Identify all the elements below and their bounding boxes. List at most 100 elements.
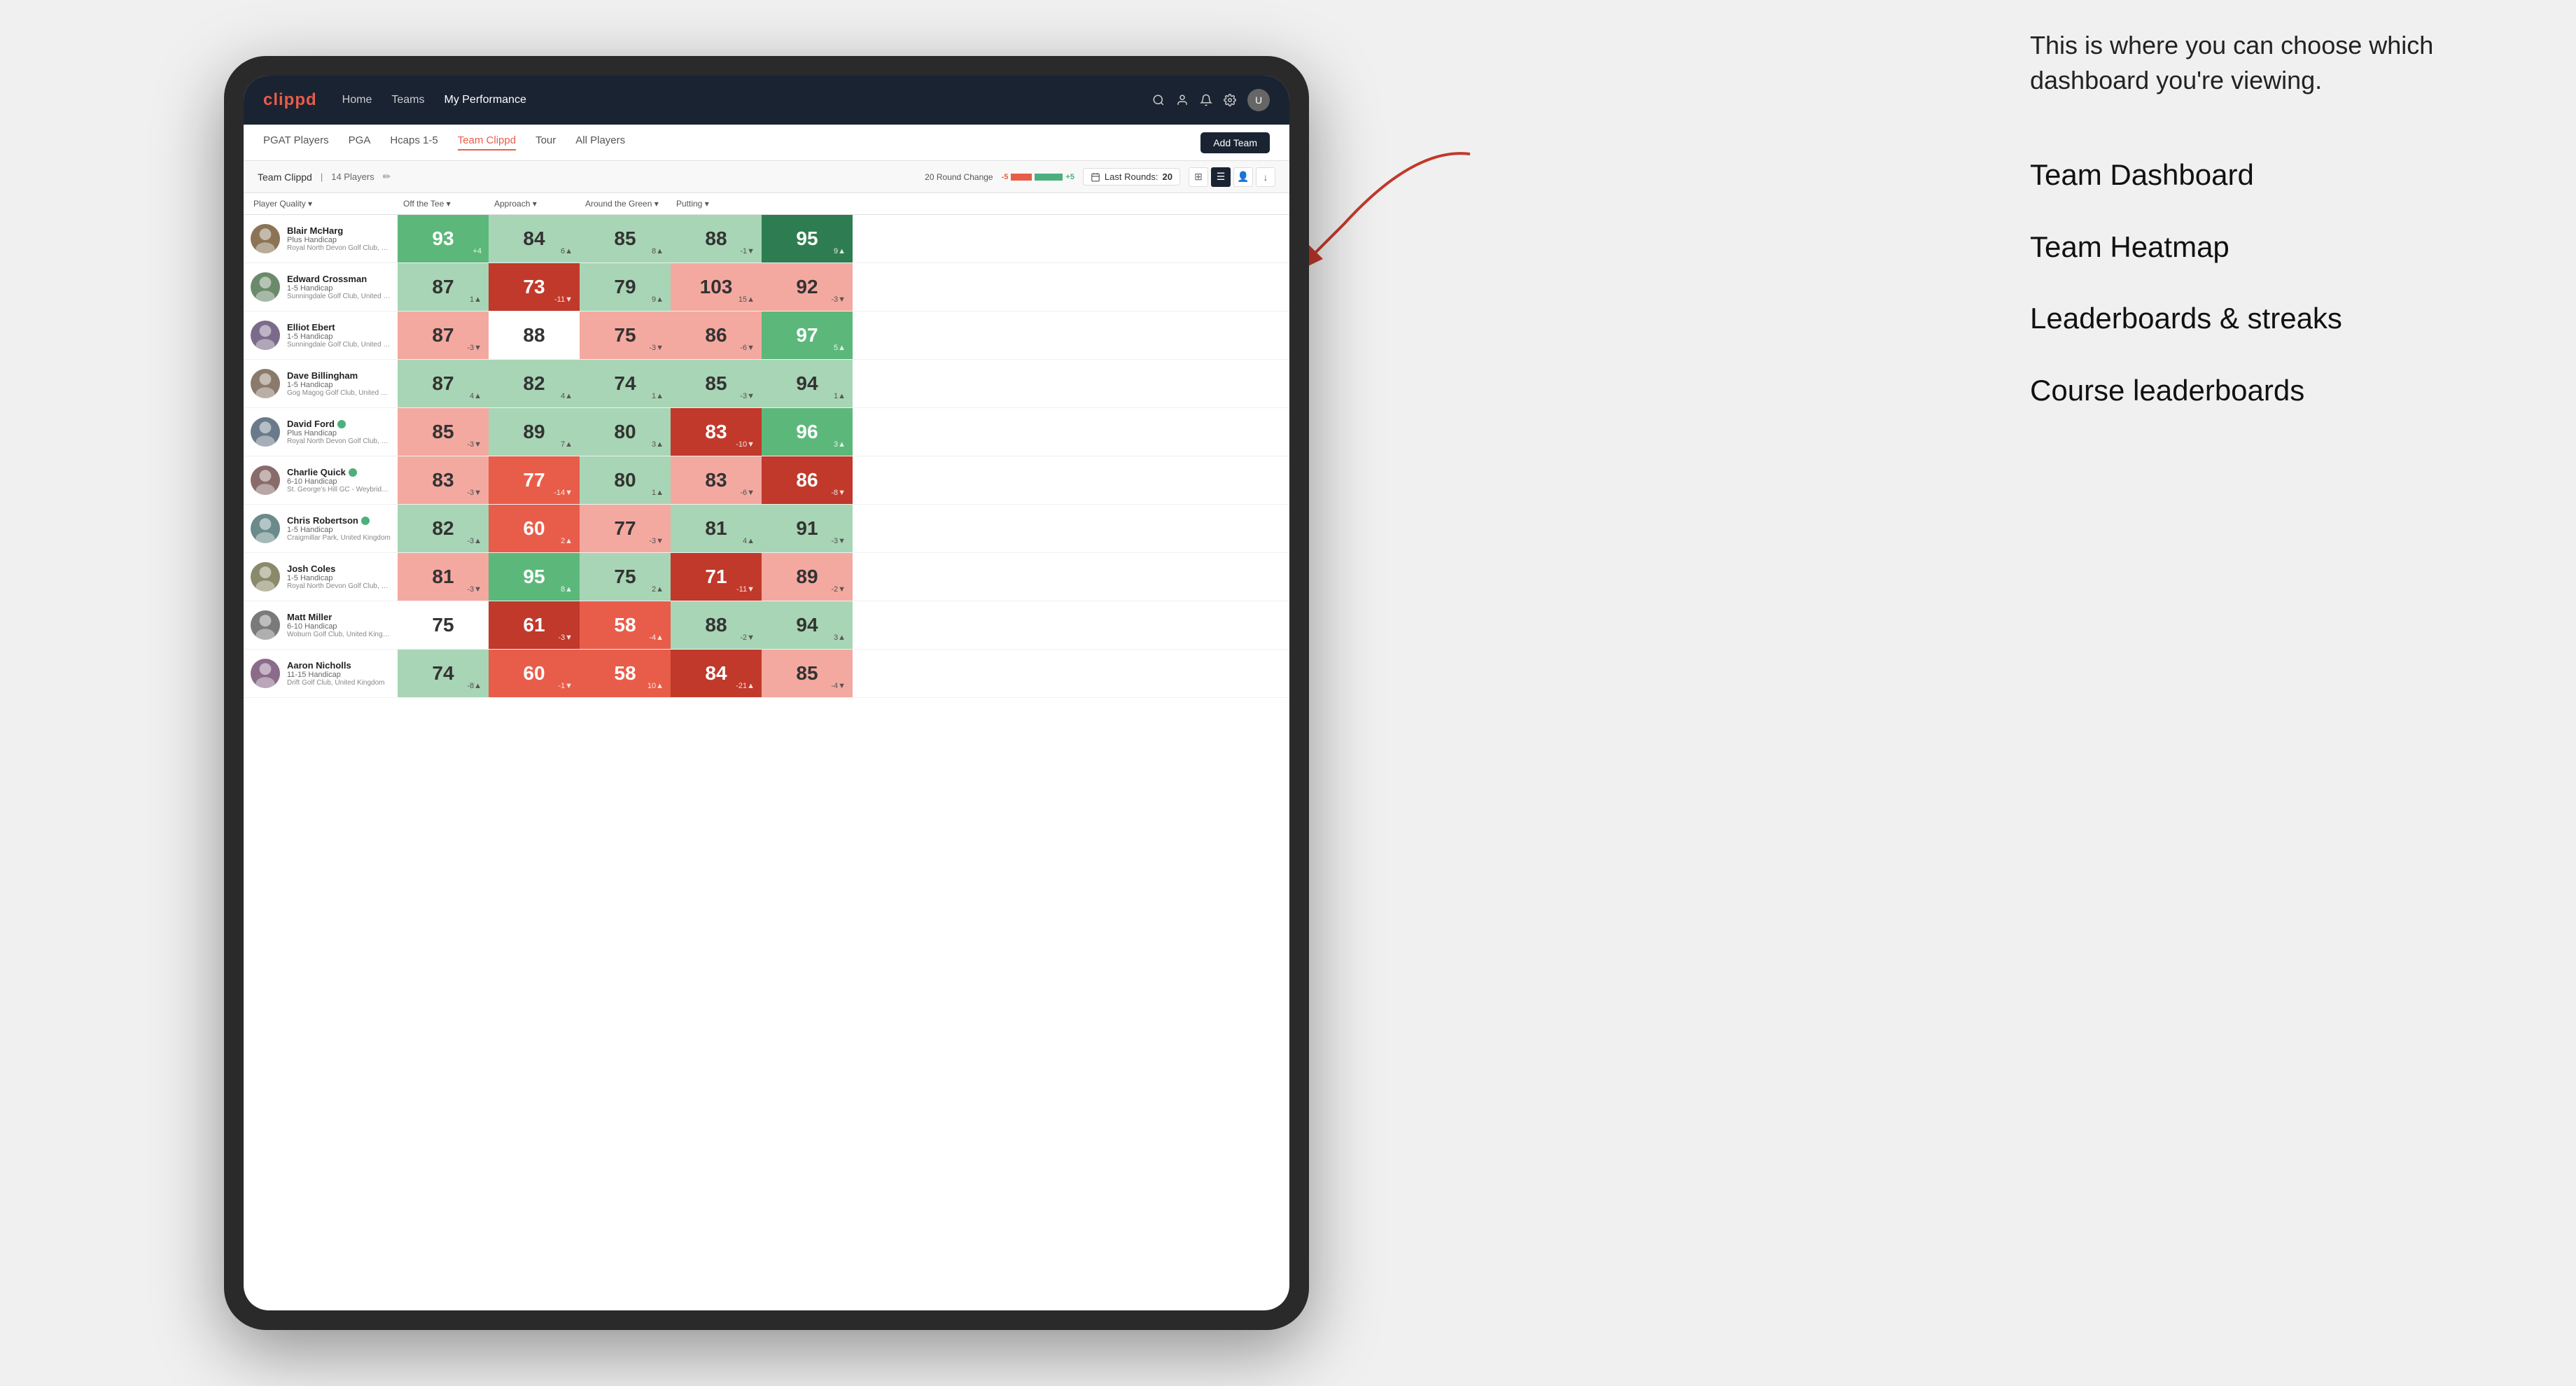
score-change: -3▼ — [467, 489, 482, 497]
player-club: Sunningdale Golf Club, United Kingdom — [287, 293, 391, 300]
view-icons: ⊞ ☰ 👤 ↓ — [1189, 167, 1275, 187]
score-value: 91 — [796, 517, 818, 540]
score-change: -11▼ — [554, 295, 573, 304]
player-club: Royal North Devon Golf Club, United King… — [287, 582, 391, 590]
add-team-button[interactable]: Add Team — [1200, 132, 1270, 153]
player-club: Craigmillar Park, United Kingdom — [287, 534, 391, 542]
col-approach-label: Approach ▾ — [494, 199, 537, 209]
player-cell: Edward Crossman1-5 HandicapSunningdale G… — [244, 263, 398, 311]
search-button[interactable] — [1152, 94, 1165, 106]
player-avatar — [251, 417, 280, 447]
player-avatar — [251, 465, 280, 495]
score-cell: 61-3▼ — [489, 601, 580, 649]
score-cell: 74-8▲ — [398, 650, 489, 697]
table-row[interactable]: Elliot Ebert1-5 HandicapSunningdale Golf… — [244, 312, 1289, 360]
annotation-item-1: Team Dashboard — [2030, 155, 2520, 196]
view-download-button[interactable]: ↓ — [1256, 167, 1275, 187]
score-cell: 975▲ — [762, 312, 853, 359]
score-cell: 752▲ — [580, 553, 671, 601]
annotation-item-3: Leaderboards & streaks — [2030, 298, 2520, 340]
player-handicap: 1-5 Handicap — [287, 526, 391, 534]
view-grid-button[interactable]: ⊞ — [1189, 167, 1208, 187]
score-change: -3▼ — [467, 585, 482, 594]
nav-home[interactable]: Home — [342, 94, 372, 106]
score-value: 58 — [614, 614, 636, 636]
score-cell: 741▲ — [580, 360, 671, 407]
view-card-button[interactable]: 👤 — [1233, 167, 1253, 187]
table-row[interactable]: Dave Billingham1-5 HandicapGog Magog Gol… — [244, 360, 1289, 408]
score-cell: 60-1▼ — [489, 650, 580, 697]
player-name: Chris Robertson — [287, 515, 391, 526]
subnav-tour[interactable]: Tour — [536, 134, 556, 150]
col-off-tee: Off the Tee ▾ — [398, 199, 489, 209]
score-cell: 874▲ — [398, 360, 489, 407]
score-value: 73 — [523, 276, 545, 298]
score-value: 84 — [523, 227, 545, 250]
score-value: 86 — [705, 324, 727, 346]
player-handicap: 6-10 Handicap — [287, 477, 391, 486]
score-value: 85 — [614, 227, 636, 250]
green-bar — [1035, 174, 1063, 181]
view-table-button[interactable]: ☰ — [1211, 167, 1231, 187]
score-change: -3▼ — [740, 392, 755, 400]
table-row[interactable]: David FordPlus HandicapRoyal North Devon… — [244, 408, 1289, 456]
score-value: 94 — [796, 614, 818, 636]
user-button[interactable] — [1176, 94, 1189, 106]
subnav: PGAT Players PGA Hcaps 1-5 Team Clippd T… — [244, 125, 1289, 161]
subnav-all-players[interactable]: All Players — [575, 134, 625, 150]
player-handicap: Plus Handicap — [287, 236, 391, 244]
score-change: 4▲ — [470, 392, 482, 400]
table-row[interactable]: Blair McHargPlus HandicapRoyal North Dev… — [244, 215, 1289, 263]
annotation-item-2: Team Heatmap — [2030, 227, 2520, 268]
nav-my-performance[interactable]: My Performance — [444, 94, 526, 106]
table-row[interactable]: Josh Coles1-5 HandicapRoyal North Devon … — [244, 553, 1289, 601]
score-value: 60 — [523, 662, 545, 685]
score-value: 86 — [796, 469, 818, 491]
player-info: David FordPlus HandicapRoyal North Devon… — [287, 419, 391, 445]
app-logo[interactable]: clippd — [263, 90, 317, 110]
subnav-links: PGAT Players PGA Hcaps 1-5 Team Clippd T… — [263, 134, 625, 150]
score-cell: 803▲ — [580, 408, 671, 456]
last-rounds-button[interactable]: Last Rounds: 20 — [1083, 168, 1180, 186]
nav-teams[interactable]: Teams — [391, 94, 424, 106]
settings-button[interactable] — [1224, 94, 1236, 106]
score-value: 92 — [796, 276, 818, 298]
score-cell: 871▲ — [398, 263, 489, 311]
score-change: 3▲ — [652, 440, 664, 449]
notification-button[interactable] — [1200, 94, 1212, 106]
score-cell: 92-3▼ — [762, 263, 853, 311]
score-change: -3▼ — [467, 344, 482, 352]
verified-icon — [337, 420, 346, 428]
score-cell: 83-3▼ — [398, 456, 489, 504]
table-row[interactable]: Charlie Quick6-10 HandicapSt. George's H… — [244, 456, 1289, 505]
subnav-pgat[interactable]: PGAT Players — [263, 134, 329, 150]
score-change: -11▼ — [736, 585, 755, 594]
score-cell: 89-2▼ — [762, 553, 853, 601]
subnav-hcaps[interactable]: Hcaps 1-5 — [390, 134, 438, 150]
score-value: 77 — [614, 517, 636, 540]
table-row[interactable]: Matt Miller6-10 HandicapWoburn Golf Club… — [244, 601, 1289, 650]
table-row[interactable]: Aaron Nicholls11-15 HandicapDrift Golf C… — [244, 650, 1289, 698]
navbar-icons: U — [1152, 89, 1270, 111]
subnav-team-clippd[interactable]: Team Clippd — [458, 134, 516, 150]
user-avatar[interactable]: U — [1247, 89, 1270, 111]
table-row[interactable]: Chris Robertson1-5 HandicapCraigmillar P… — [244, 505, 1289, 553]
player-info: Matt Miller6-10 HandicapWoburn Golf Club… — [287, 612, 391, 638]
table-row[interactable]: Edward Crossman1-5 HandicapSunningdale G… — [244, 263, 1289, 312]
score-change: -8▲ — [467, 682, 482, 690]
last-rounds-value: 20 — [1163, 172, 1172, 182]
score-value: 85 — [705, 372, 727, 395]
score-cell: 77-14▼ — [489, 456, 580, 504]
player-cell: Blair McHargPlus HandicapRoyal North Dev… — [244, 215, 398, 262]
score-cell: 963▲ — [762, 408, 853, 456]
score-cell: 88 — [489, 312, 580, 359]
score-cell: 91-3▼ — [762, 505, 853, 552]
score-value: 87 — [432, 276, 454, 298]
player-info: Josh Coles1-5 HandicapRoyal North Devon … — [287, 564, 391, 590]
col-around-green: Around the Green ▾ — [580, 199, 671, 209]
score-change: -4▲ — [649, 634, 664, 642]
edit-icon[interactable]: ✏ — [383, 171, 391, 183]
player-avatar — [251, 321, 280, 350]
subnav-pga[interactable]: PGA — [349, 134, 371, 150]
table-body: Blair McHargPlus HandicapRoyal North Dev… — [244, 215, 1289, 698]
